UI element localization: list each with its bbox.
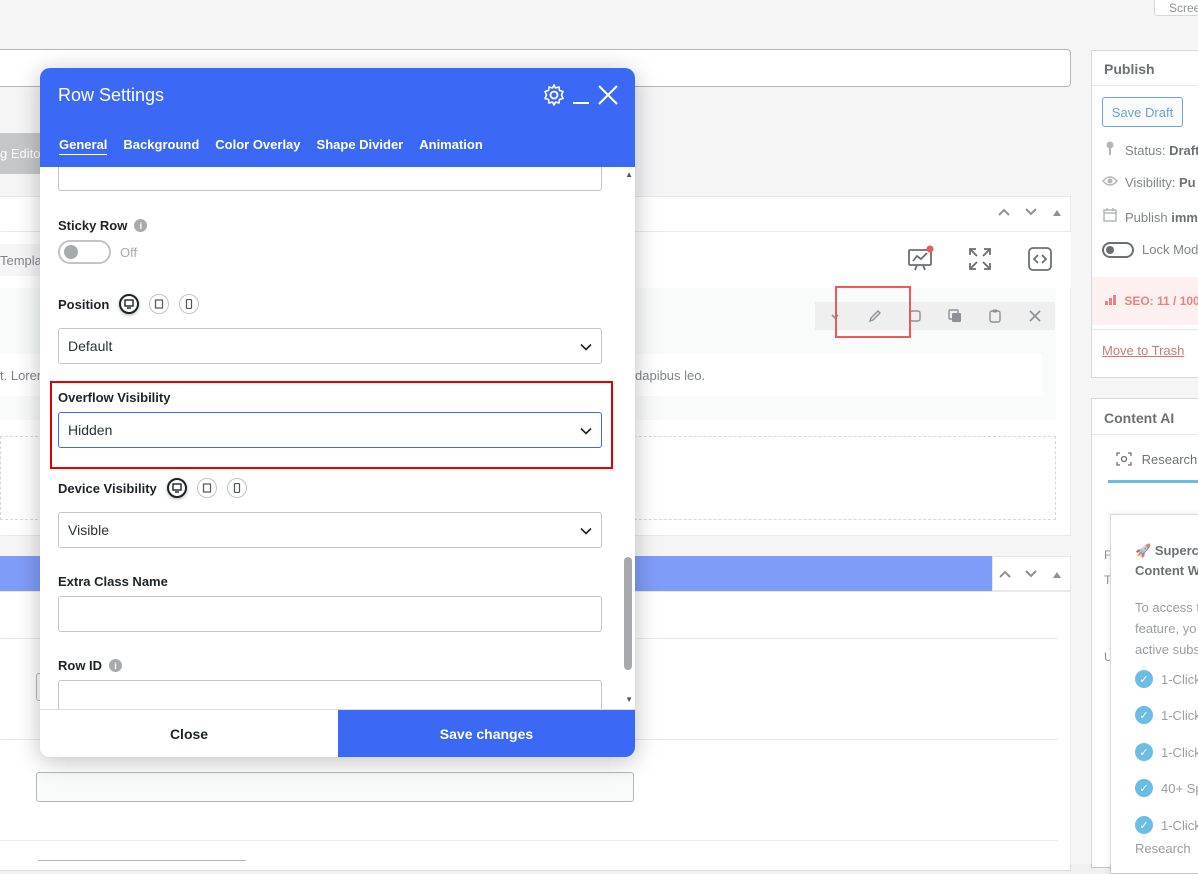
tablet-icon[interactable]	[149, 294, 170, 314]
row-id-label-text: Row ID	[58, 658, 103, 673]
tab-general[interactable]: General	[59, 137, 108, 155]
modal-title: Row Settings	[58, 85, 165, 105]
device-visibility-value: Visible	[68, 522, 109, 538]
info-icon[interactable]: i	[109, 659, 123, 672]
position-label-text: Position	[58, 296, 110, 312]
tab-shape-divider[interactable]: Shape Divider	[317, 137, 404, 155]
settings-tabs: General Background Color Overlay Shape D…	[59, 137, 483, 155]
desktop-icon[interactable]	[119, 294, 140, 314]
modal-body: Sticky Row i Off Position Default Overflo…	[40, 167, 635, 709]
position-select[interactable]: Default	[58, 328, 602, 364]
close-icon[interactable]	[597, 84, 619, 106]
position-value: Default	[68, 338, 113, 354]
chevron-down-icon	[580, 527, 592, 535]
gear-icon[interactable]	[542, 83, 566, 107]
save-changes-button[interactable]: Save changes	[338, 710, 635, 757]
tablet-icon[interactable]	[196, 478, 217, 498]
previous-field-input[interactable]	[58, 167, 602, 191]
position-label: Position	[58, 294, 200, 314]
row-settings-modal: Row Settings General Background Color Ov…	[40, 68, 635, 757]
minimize-icon[interactable]	[572, 88, 590, 106]
extra-class-label: Extra Class Name	[58, 574, 168, 589]
extra-class-input[interactable]	[58, 596, 602, 632]
sticky-row-label: Sticky Row i	[58, 218, 148, 233]
desktop-icon[interactable]	[166, 478, 187, 498]
mobile-icon[interactable]	[179, 294, 200, 314]
highlight-box-overflow	[50, 381, 613, 469]
tab-color-overlay[interactable]: Color Overlay	[215, 137, 300, 155]
sticky-row-state: Off	[120, 245, 138, 260]
sticky-row-label-text: Sticky Row	[58, 218, 128, 233]
chevron-down-icon	[580, 343, 592, 351]
device-visibility-label-text: Device Visibility	[58, 480, 157, 496]
mobile-icon[interactable]	[226, 478, 247, 498]
tab-animation[interactable]: Animation	[419, 137, 483, 155]
close-button[interactable]: Close	[40, 710, 338, 757]
device-visibility-select[interactable]: Visible	[58, 512, 602, 548]
row-id-label: Row ID i	[58, 658, 123, 673]
device-visibility-label: Device Visibility	[58, 478, 247, 498]
modal-footer: Close Save changes	[40, 709, 635, 757]
tab-background[interactable]: Background	[123, 137, 199, 155]
info-icon[interactable]: i	[134, 219, 148, 232]
row-id-input[interactable]	[58, 680, 602, 709]
scroll-up-icon[interactable]: ▲	[625, 170, 633, 179]
sticky-row-toggle[interactable]	[58, 240, 111, 264]
scrollbar-thumb[interactable]	[624, 557, 632, 670]
scroll-down-icon[interactable]: ▼	[625, 695, 633, 704]
modal-header: Row Settings General Background Color Ov…	[40, 68, 635, 167]
